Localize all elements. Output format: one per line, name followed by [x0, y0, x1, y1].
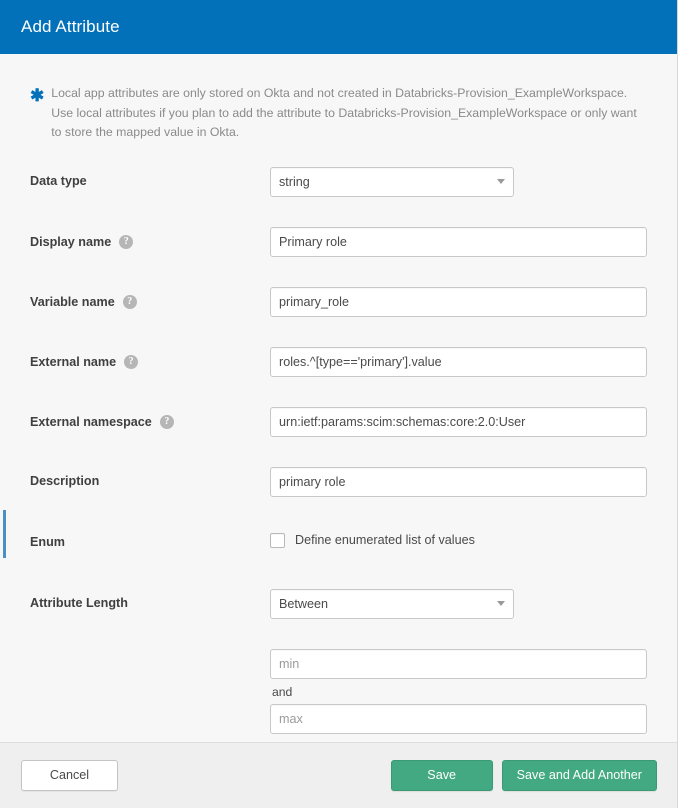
cancel-button[interactable]: Cancel	[21, 760, 118, 791]
field-variable-name: Variable name ?	[30, 287, 647, 332]
info-banner: ✱ Local app attributes are only stored o…	[0, 54, 677, 143]
spacer	[30, 734, 647, 743]
spacer	[30, 573, 647, 589]
spacer	[30, 272, 647, 287]
and-label: and	[270, 679, 647, 704]
field-description: Description	[30, 467, 647, 512]
save-and-add-another-button[interactable]: Save and Add Another	[502, 760, 657, 791]
modal-body: ✱ Local app attributes are only stored o…	[0, 54, 677, 742]
control-external-name	[270, 347, 647, 377]
label-variable-name-text: Variable name	[30, 294, 115, 310]
description-input[interactable]	[270, 467, 647, 497]
field-attribute-length: Attribute Length Between	[30, 589, 647, 634]
external-namespace-input[interactable]	[270, 407, 647, 437]
spacer	[30, 392, 647, 407]
data-type-select-value[interactable]: string	[270, 167, 514, 197]
field-external-name: External name ?	[30, 347, 647, 392]
label-display-name: Display name ?	[30, 227, 270, 250]
attribute-length-max-input[interactable]	[270, 704, 647, 734]
data-type-select[interactable]: string	[270, 167, 514, 197]
label-external-name-text: External name	[30, 354, 116, 370]
variable-name-input[interactable]	[270, 287, 647, 317]
display-name-input[interactable]	[270, 227, 647, 257]
save-button[interactable]: Save	[391, 760, 493, 791]
field-attribute-length-min: and	[30, 649, 647, 734]
label-data-type: Data type	[30, 167, 270, 189]
enum-checkbox[interactable]	[270, 533, 285, 548]
spacer	[30, 512, 647, 528]
control-attribute-length: Between	[270, 589, 647, 619]
spacer	[30, 212, 647, 227]
control-enum: Define enumerated list of values	[270, 528, 647, 548]
enum-checkbox-row[interactable]: Define enumerated list of values	[270, 528, 647, 548]
enum-checkbox-label: Define enumerated list of values	[295, 533, 475, 547]
control-external-namespace	[270, 407, 647, 437]
help-icon[interactable]: ?	[160, 415, 174, 429]
label-display-name-text: Display name	[30, 234, 111, 250]
help-icon[interactable]: ?	[124, 355, 138, 369]
spacer	[30, 634, 647, 649]
attribute-form: Data type string Display name ?	[0, 143, 677, 743]
field-data-type: Data type string	[30, 167, 647, 212]
field-enum: Enum Define enumerated list of values	[30, 528, 647, 573]
label-external-name: External name ?	[30, 347, 270, 370]
spacer	[30, 452, 647, 467]
spacer	[30, 332, 647, 347]
modal-footer: Cancel Save Save and Add Another	[0, 742, 677, 808]
attribute-length-select-value[interactable]: Between	[270, 589, 514, 619]
help-icon[interactable]: ?	[123, 295, 137, 309]
label-description: Description	[30, 467, 270, 489]
page-title: Add Attribute	[21, 17, 120, 37]
field-display-name: Display name ?	[30, 227, 647, 272]
attribute-length-min-input[interactable]	[270, 649, 647, 679]
label-attribute-length: Attribute Length	[30, 589, 270, 611]
control-display-name	[270, 227, 647, 257]
asterisk-icon: ✱	[30, 87, 44, 146]
attribute-length-select[interactable]: Between	[270, 589, 514, 619]
label-attribute-length-min	[30, 649, 270, 655]
label-external-namespace: External namespace ?	[30, 407, 270, 430]
field-external-namespace: External namespace ?	[30, 407, 647, 452]
control-variable-name	[270, 287, 647, 317]
modal-header: Add Attribute	[0, 0, 677, 54]
control-attribute-length-min: and	[270, 649, 647, 734]
label-external-namespace-text: External namespace	[30, 414, 152, 430]
label-variable-name: Variable name ?	[30, 287, 270, 310]
external-name-input[interactable]	[270, 347, 647, 377]
control-data-type: string	[270, 167, 647, 197]
info-banner-text: Local app attributes are only stored on …	[51, 84, 647, 143]
label-enum: Enum	[30, 528, 270, 550]
help-icon[interactable]: ?	[119, 235, 133, 249]
add-attribute-modal: Add Attribute ✱ Local app attributes are…	[0, 0, 678, 808]
control-description	[270, 467, 647, 497]
left-accent-bar	[3, 510, 6, 558]
